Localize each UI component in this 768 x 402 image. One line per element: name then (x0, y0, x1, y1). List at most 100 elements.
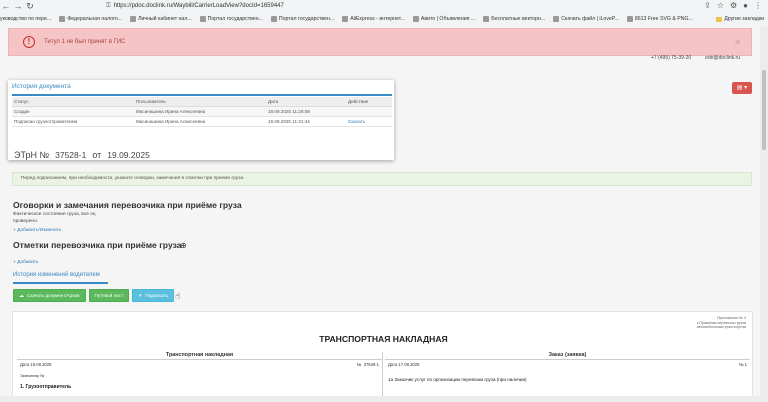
hand-cursor-icon: ☝ (175, 291, 181, 301)
menu-icon[interactable]: ⋮ (754, 1, 762, 10)
copy-number: Экземпляр № (20, 374, 45, 378)
document-title: ЭТрН № 37528-1 от 19.09.2025 (14, 150, 150, 160)
folder-icon (716, 16, 723, 22)
column-header: Заказ (заявка) (385, 352, 750, 360)
extensions-icon[interactable]: ⚙ (730, 1, 737, 10)
zoom-cursor-icon: ⊕ (180, 241, 187, 250)
bookmark-item[interactable]: Портал государствен... (270, 16, 334, 22)
other-bookmarks[interactable]: Другие закладки (716, 13, 764, 25)
actions-dropdown-button[interactable]: ▤ ▾ (732, 82, 752, 94)
back-icon[interactable]: ← (0, 0, 12, 12)
doc-prefix: ЭТрН № (14, 150, 50, 160)
favicon-icon (130, 16, 137, 22)
cell-status: Создан (12, 106, 134, 117)
cloud-download-icon: ☁ (19, 292, 24, 299)
doc-from: от (92, 150, 102, 160)
document-history-panel: История документа Статус Пользователь Да… (8, 80, 394, 160)
url-text[interactable]: https://pdoc.doclink.ru/Waybill/CarrierL… (114, 3, 284, 9)
bookmark-star-icon[interactable]: ☆ (717, 1, 724, 10)
cell-date: 19.09.2025 11:31:44 (266, 116, 346, 127)
scrollbar-thumb[interactable] (762, 70, 766, 150)
order-date-row: Дата 17.09.2025 № 1 (388, 362, 747, 367)
page-viewport: ! Титул 1 не был принят в ГИС ✕ +7 (495)… (0, 26, 760, 396)
reload-icon[interactable]: ↻ (24, 0, 36, 12)
action-buttons: ☁ Скачать документ/Архив Путевой лист ✔ … (13, 289, 175, 302)
bookmark-item[interactable]: Авито | Объявления ... (412, 16, 475, 22)
bookmark-item[interactable]: 8613 Free SVG & PNG... (626, 16, 693, 22)
shipper-heading: 1. Грузоотправитель (20, 384, 72, 390)
cell-action (346, 106, 392, 117)
waybill-left-column: Транспортная накладная Дата 19.09.2025 №… (17, 352, 383, 396)
vertical-scrollbar[interactable] (760, 26, 768, 396)
column-header: Действие (346, 97, 392, 107)
address-bar[interactable]: ⚿ https://pdoc.doclink.ru/Waybill/Carrie… (106, 3, 284, 10)
forward-icon[interactable]: → (12, 0, 24, 12)
bookmark-item[interactable]: Бесплатные векторн... (483, 16, 545, 22)
appendix-note: Приложение № 4 к Правилам перевозок груз… (696, 316, 746, 329)
alert-text: Титул 1 не был принят в ГИС (44, 39, 126, 45)
favicon-icon (483, 16, 490, 22)
edit-remarks-link[interactable]: + Добавить/Изменить (13, 228, 61, 233)
route-sheet-button[interactable]: Путевой лист (88, 289, 130, 302)
plus-icon: + (13, 228, 16, 233)
table-header-row: Статус Пользователь Дата Действие (12, 97, 392, 107)
marks-heading: Отметки перевозчика при приёме груза (13, 240, 182, 250)
history-title: История документа (12, 83, 71, 90)
bookmarks-bar: уководство по пере... Федеральная налого… (0, 13, 768, 25)
browser-chrome: ← → ↻ ⚿ https://pdoc.doclink.ru/Waybill/… (0, 0, 768, 26)
lock-icon: ⚿ (106, 2, 111, 9)
doc-number: 37528-1 (55, 150, 87, 160)
cell-user: Масинашина Ирина Алексеевна (134, 106, 266, 117)
bookmark-item[interactable]: Федеральная налого... (59, 16, 122, 22)
cell-user: Масинашина Ирина Алексеевна (134, 116, 266, 127)
history-table: Статус Пользователь Дата Действие Создан… (12, 97, 392, 127)
address-bar-row: ← → ↻ ⚿ https://pdoc.doclink.ru/Waybill/… (0, 0, 768, 12)
bookmark-item[interactable]: Скачать файл | iLoveP... (553, 16, 619, 22)
browser-toolbar-icons: ⇪ ☆ ⚙ ● ⋮ (704, 1, 762, 10)
profile-icon[interactable]: ● (743, 1, 748, 10)
contacts: +7 (495) 75-39-20 edo@doclink.ru (651, 55, 740, 61)
customer-heading: 1а Заказчик услуг по организации перевоз… (388, 377, 527, 382)
waybill-date-row: Дата 19.09.2025 № 37528-1 (20, 362, 379, 367)
favicon-icon (270, 16, 277, 22)
cell-date: 19.09.2025 11:28:08 (266, 106, 346, 117)
favicon-icon (626, 16, 633, 22)
add-marks-link[interactable]: + Добавить (13, 260, 38, 265)
driver-history-tab[interactable]: История изменений водителем (13, 272, 100, 278)
sign-button[interactable]: ✔ Подписать (132, 289, 175, 302)
favicon-icon (553, 16, 560, 22)
remarks-heading: Оговорки и замечания перевозчика при при… (13, 200, 242, 210)
phone-text: +7 (495) 75-39-20 (651, 55, 692, 61)
download-document-button[interactable]: ☁ Скачать документ/Архив (13, 289, 86, 302)
favicon-icon (199, 16, 206, 22)
favicon-icon (412, 16, 419, 22)
bookmark-item[interactable]: AliExpress - интернет... (342, 16, 405, 22)
horizontal-scrollbar[interactable] (0, 396, 768, 402)
waybill-preview: Приложение № 4 к Правилам перевозок груз… (12, 311, 753, 396)
column-header: Пользователь (134, 97, 266, 107)
download-link[interactable]: Скачать (346, 116, 392, 127)
email-text[interactable]: edo@doclink.ru (705, 55, 740, 61)
waybill-right-column: Заказ (заявка) Дата 17.09.2025 № 1 1а За… (385, 352, 750, 396)
check-icon: ✔ (138, 292, 143, 299)
column-header: Дата (266, 97, 346, 107)
column-header: Статус (12, 97, 134, 107)
divider (12, 94, 392, 96)
remarks-line: проверено. (13, 219, 39, 224)
column-header: Транспортная накладная (17, 352, 382, 360)
bookmark-item[interactable]: уководство по пере... (0, 16, 51, 22)
cell-status: Подписан грузоотправителем (12, 116, 134, 127)
share-icon[interactable]: ⇪ (704, 1, 711, 10)
bookmark-item[interactable]: Личный кабинет нал... (130, 16, 192, 22)
divider (13, 282, 108, 284)
favicon-icon (342, 16, 349, 22)
error-alert: ! Титул 1 не был принят в ГИС ✕ (8, 28, 752, 56)
exclamation-icon: ! (23, 36, 35, 48)
waybill-title: ТРАНСПОРТНАЯ НАКЛАДНАЯ (319, 334, 448, 344)
plus-icon: + (13, 260, 16, 265)
doc-date: 19.09.2025 (107, 150, 150, 160)
favicon-icon (59, 16, 66, 22)
close-icon[interactable]: ✕ (734, 38, 741, 47)
remarks-text: Фактическое состояние груза, все ок, про… (13, 211, 96, 225)
bookmark-item[interactable]: Портал государствен... (199, 16, 263, 22)
